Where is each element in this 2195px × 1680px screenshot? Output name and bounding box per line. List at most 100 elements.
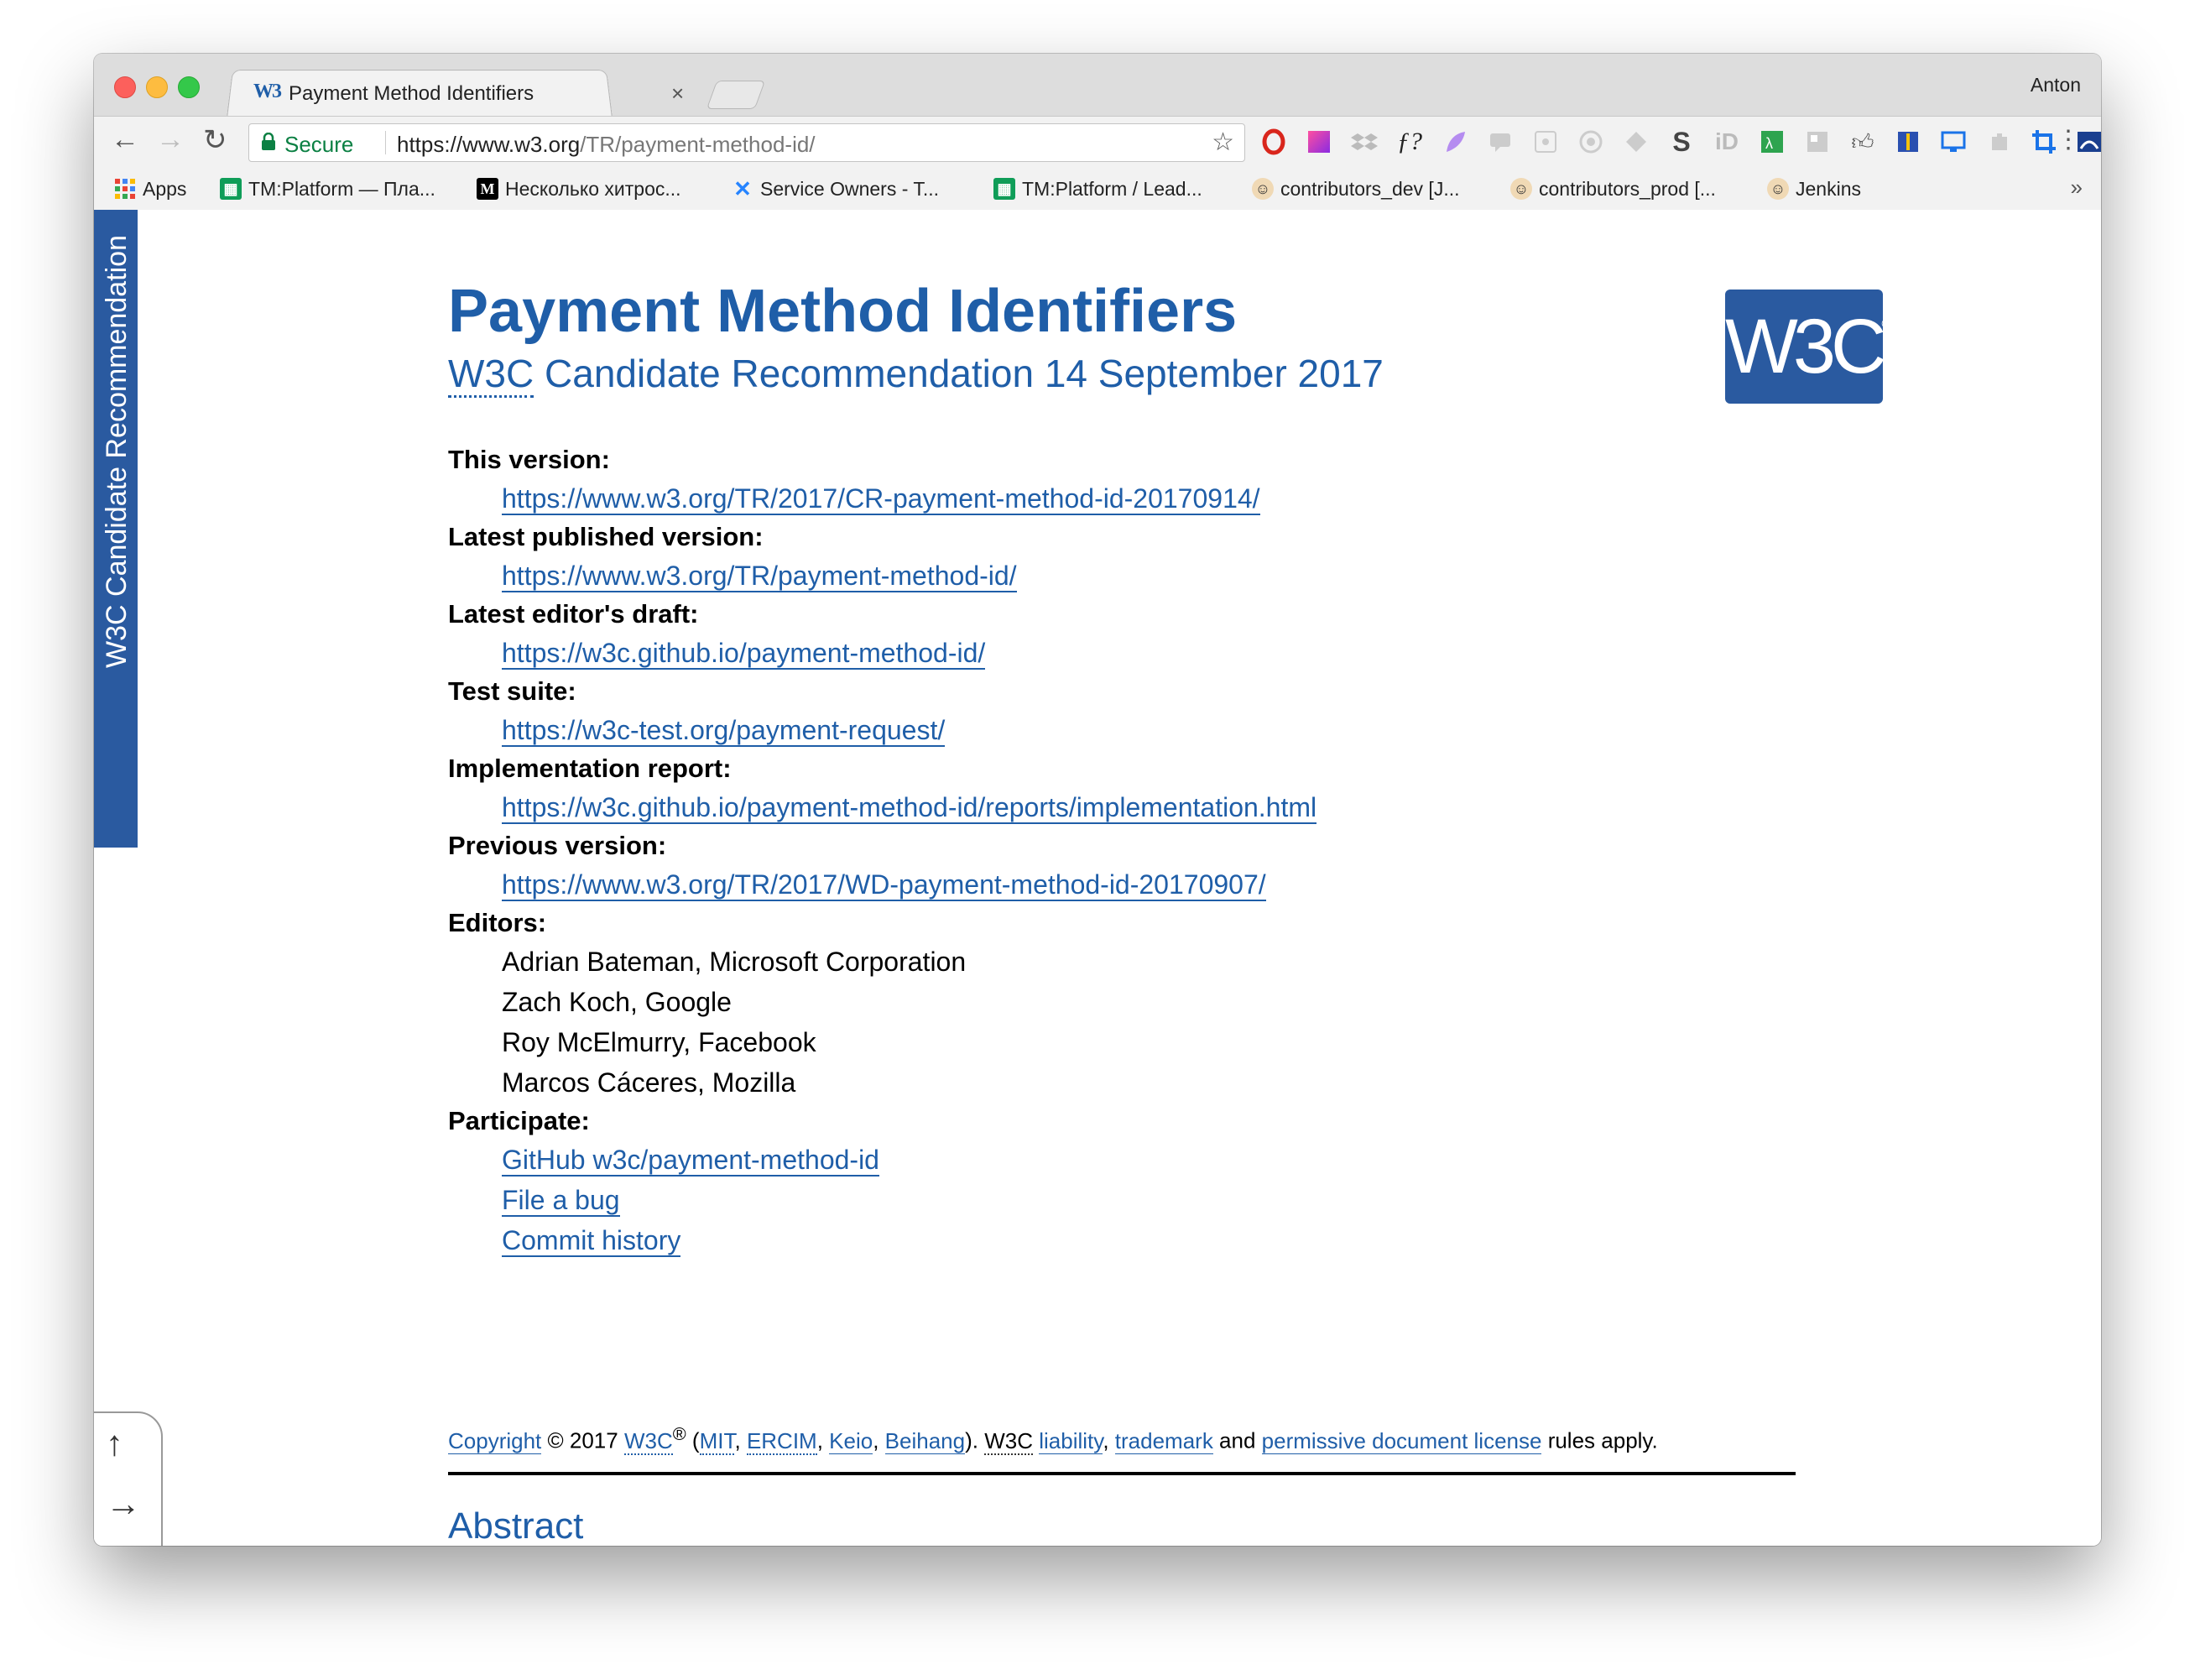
mit-link[interactable]: MIT <box>699 1427 735 1455</box>
feather-extension-icon[interactable] <box>1442 128 1468 155</box>
flag-extension-icon[interactable] <box>1895 128 1921 155</box>
bookmark-label: Service Owners - T... <box>760 177 940 200</box>
copyright-link[interactable]: Copyright <box>448 1427 542 1454</box>
address-bar[interactable]: Secure https://www.w3.org/TR/payment-met… <box>248 123 1245 162</box>
chrome-menu-icon[interactable]: ⋮ <box>2056 125 2081 154</box>
omnibox-separator <box>385 131 386 154</box>
impl-report-link[interactable]: https://w3c.github.io/payment-method-id/… <box>502 792 1317 824</box>
latest-draft-link[interactable]: https://w3c.github.io/payment-method-id/ <box>502 638 986 670</box>
arrow-right-icon[interactable]: → <box>106 1484 141 1524</box>
medium-icon: M <box>477 178 498 200</box>
file-bug-link[interactable]: File a bug <box>502 1185 620 1217</box>
this-version-label: This version: <box>448 445 610 474</box>
editor-item: Marcos Cáceres, Mozilla <box>502 1067 796 1098</box>
logo-text: W3C <box>1725 304 1886 389</box>
liability-link[interactable]: liability <box>1039 1427 1103 1454</box>
copyright-text: rules apply. <box>1541 1427 1658 1453</box>
latest-published-link[interactable]: https://www.w3.org/TR/payment-method-id/ <box>502 561 1017 592</box>
green-extension-icon[interactable]: λ <box>1759 128 1786 155</box>
forward-arrow-icon[interactable]: → <box>156 123 185 156</box>
active-tab-content[interactable]: W3 Payment Method Identifiers × <box>242 72 684 116</box>
logo-registered-mark: ® <box>1881 317 1892 331</box>
chat-extension-icon[interactable] <box>1487 128 1514 155</box>
copyright-text: , <box>816 1427 830 1453</box>
this-version-link[interactable]: https://www.w3.org/TR/2017/CR-payment-me… <box>502 483 1260 515</box>
bookmark-jenkins[interactable]: ☺ Jenkins <box>1767 175 1861 202</box>
thumbs-up-extension-icon[interactable]: 👍︎ <box>1849 128 1876 155</box>
participate-item: GitHub w3c/payment-method-id <box>502 1140 1796 1180</box>
back-arrow-icon[interactable]: ← <box>111 123 139 156</box>
gradient-extension-icon[interactable] <box>1306 128 1332 155</box>
document-license-link[interactable]: permissive document license <box>1261 1427 1542 1454</box>
minimize-window-button[interactable] <box>146 76 168 98</box>
monitor-extension-icon[interactable] <box>1940 128 1967 155</box>
image-extension-icon[interactable] <box>1804 128 1831 155</box>
url-text[interactable]: https://www.w3.org/TR/payment-method-id/ <box>397 132 816 158</box>
crop-extension-icon[interactable] <box>2031 128 2057 155</box>
bookmark-service-owners[interactable]: ✕ Service Owners - T... <box>732 175 939 202</box>
latest-published-value: https://www.w3.org/TR/payment-method-id/ <box>502 556 1796 596</box>
profile-name[interactable]: Anton <box>2031 74 2081 97</box>
jenkins-icon: ☺ <box>1510 178 1532 200</box>
function-extension-icon[interactable]: ƒ? <box>1396 128 1423 155</box>
bookmark-medium-article[interactable]: M Несколько хитрос... <box>477 175 681 202</box>
beihang-link[interactable]: Beihang <box>884 1427 966 1454</box>
bookmark-tm-platform-lead[interactable]: ▦ TM:Platform / Lead... <box>993 175 1202 202</box>
previous-version-label: Previous version: <box>448 831 667 860</box>
zoom-window-button[interactable] <box>178 76 200 98</box>
w3c-logo[interactable]: W3C® <box>1725 290 1891 404</box>
secure-label: Secure <box>284 132 354 157</box>
copyright-text: ( <box>686 1427 700 1453</box>
toc-toggle[interactable]: ↑ → <box>94 1411 163 1546</box>
header-divider <box>448 1472 1796 1475</box>
trademark-link[interactable]: trademark <box>1114 1427 1213 1454</box>
s-extension-icon[interactable]: S <box>1668 128 1695 155</box>
jenkins-icon: ☺ <box>1767 178 1789 200</box>
lock-icon <box>262 133 275 150</box>
copyright-text: , <box>734 1427 747 1453</box>
bookmark-tm-platform-plan[interactable]: ▦ TM:Platform — Пла... <box>220 175 435 202</box>
bookmark-apps[interactable]: Apps <box>114 175 186 202</box>
bookmark-label: Несколько хитрос... <box>505 177 681 200</box>
latest-draft-value: https://w3c.github.io/payment-method-id/ <box>502 633 1796 673</box>
ercim-link[interactable]: ERCIM <box>746 1427 817 1455</box>
test-suite-link[interactable]: https://w3c-test.org/payment-request/ <box>502 715 946 747</box>
jenkins-icon: ☺ <box>1252 178 1274 200</box>
target-extension-icon[interactable] <box>1577 128 1604 155</box>
w3c-abbr-footer: W3C <box>984 1427 1033 1455</box>
copyright-text: , <box>1103 1427 1115 1453</box>
commit-history-link[interactable]: Commit history <box>502 1225 681 1257</box>
close-window-button[interactable] <box>114 76 136 98</box>
bookmark-star-icon[interactable]: ☆ <box>1212 128 1234 157</box>
id-extension-icon[interactable]: iD <box>1713 128 1740 155</box>
new-tab-button[interactable] <box>706 81 766 109</box>
editor-item: Adrian Bateman, Microsoft Corporation <box>502 947 967 977</box>
copyright-text: ). <box>965 1427 985 1453</box>
bookmark-contributors-prod[interactable]: ☺ contributors_prod [... <box>1510 175 1716 202</box>
w3c-link[interactable]: W3C <box>623 1427 673 1455</box>
puzzle-extension-icon[interactable] <box>1985 128 2012 155</box>
copyright-notice: Copyright © 2017 W3C® (MIT, ERCIM, Keio,… <box>448 1423 1796 1455</box>
url-host: https://www.w3.org <box>397 132 581 157</box>
previous-version-link[interactable]: https://www.w3.org/TR/2017/WD-payment-me… <box>502 869 1266 901</box>
react-extension-icon[interactable] <box>1532 128 1559 155</box>
arrow-up-icon[interactable]: ↑ <box>106 1423 123 1463</box>
reload-icon[interactable]: ↻ <box>203 123 227 157</box>
status-sidebar-label: W3C Candidate Recommendation <box>101 235 133 668</box>
editors-label: Editors: <box>448 908 547 937</box>
github-link[interactable]: GitHub w3c/payment-method-id <box>502 1145 879 1177</box>
bookmark-contributors-dev[interactable]: ☺ contributors_dev [J... <box>1252 175 1460 202</box>
diamond-extension-icon[interactable] <box>1623 128 1650 155</box>
dropbox-extension-icon[interactable] <box>1351 128 1378 155</box>
tab-close-icon[interactable]: × <box>671 81 684 107</box>
copyright-text: , <box>873 1427 885 1453</box>
test-suite-label: Test suite: <box>448 676 576 706</box>
sheets-icon: ▦ <box>993 178 1015 200</box>
keio-link[interactable]: Keio <box>829 1427 873 1454</box>
bookmark-label: Apps <box>143 177 187 200</box>
copyright-year: © 2017 <box>541 1427 624 1453</box>
bookmarks-overflow-icon[interactable]: » <box>2071 175 2083 201</box>
bookmarks-bar: Apps ▦ TM:Platform — Пла... M Несколько … <box>94 168 2101 211</box>
opera-extension-icon[interactable] <box>1260 128 1287 155</box>
registered-mark: ® <box>672 1423 686 1444</box>
